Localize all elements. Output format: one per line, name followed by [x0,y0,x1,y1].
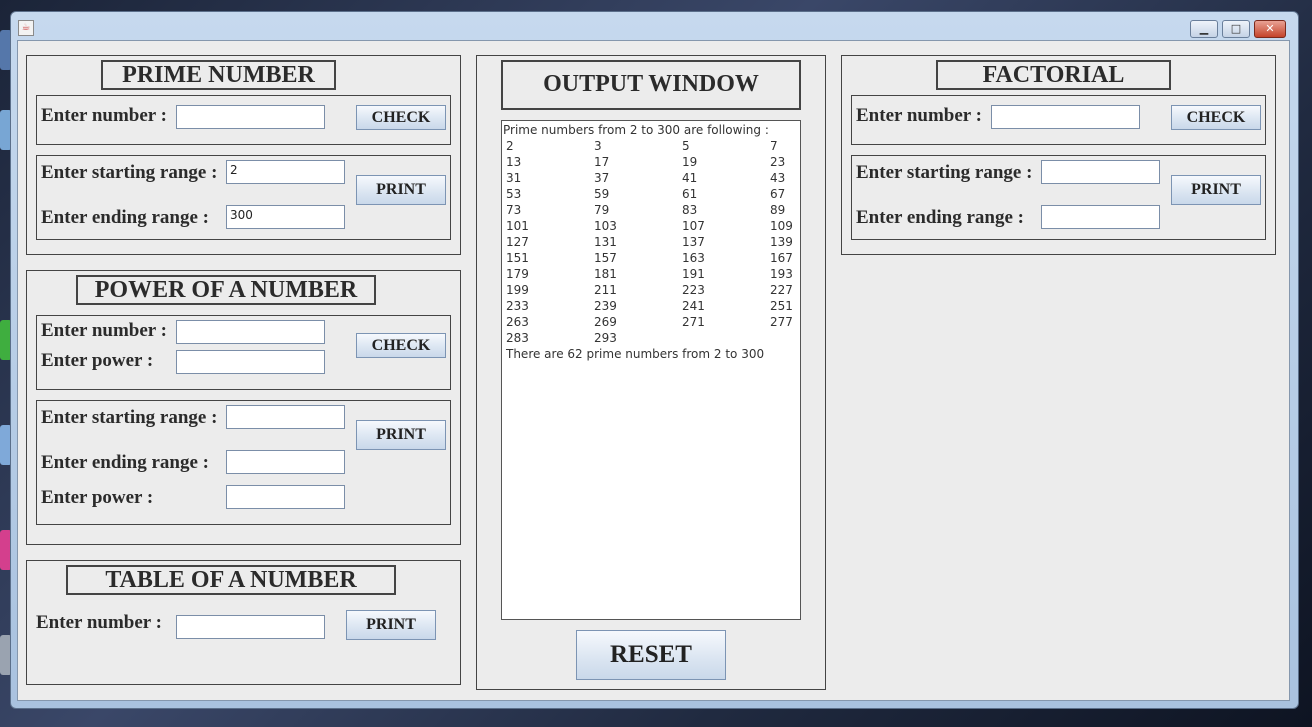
prime-value: 293 [594,331,617,345]
prime-value: 79 [594,203,610,217]
prime-value: 191 [682,267,705,281]
prime-start-input[interactable]: 2 [226,160,345,184]
prime-value: 37 [594,171,610,185]
prime-value: 199 [506,283,529,297]
prime-start-label: Enter starting range : [41,162,218,183]
prime-value: 157 [594,251,617,265]
prime-value: 31 [506,171,522,185]
prime-value: 271 [682,315,705,329]
prime-value: 73 [506,203,522,217]
prime-value: 151 [506,251,529,265]
prime-check-button[interactable]: CHECK [356,105,446,130]
prime-value: 227 [770,283,793,297]
prime-value: 59 [594,187,610,201]
table-number-input[interactable] [176,615,325,639]
prime-value: 163 [682,251,705,265]
output-title: OUTPUT WINDOW [501,60,801,110]
prime-value: 269 [594,315,617,329]
prime-value: 239 [594,299,617,313]
power-check-button[interactable]: CHECK [356,333,446,358]
java-app-icon[interactable]: ☕ [18,20,34,36]
table-print-button[interactable]: PRINT [346,610,436,640]
prime-value: 179 [506,267,529,281]
power-start-label: Enter starting range : [41,407,218,428]
power-power-label: Enter power : [41,350,154,371]
prime-value: 5 [682,139,690,153]
prime-end-label: Enter ending range : [41,207,210,228]
prime-value: 263 [506,315,529,329]
prime-value: 233 [506,299,529,313]
prime-number-input[interactable] [176,105,325,129]
prime-value: 241 [682,299,705,313]
prime-value: 41 [682,171,698,185]
prime-print-button[interactable]: PRINT [356,175,446,205]
prime-value: 13 [506,155,522,169]
maximize-icon[interactable]: □ [1222,20,1250,38]
power-print-button[interactable]: PRINT [356,420,446,450]
prime-value: 211 [594,283,617,297]
prime-value: 277 [770,315,793,329]
table-number-label: Enter number : [36,612,162,633]
prime-list: 2 3 5 7 13 17 19 23 31 37 41 43 53 59 61 67 73 79 83 89 101 1… [506,138,858,346]
power-number-label: Enter number : [41,320,167,341]
prime-value: 53 [506,187,522,201]
power-end-input[interactable] [226,450,345,474]
prime-value: 251 [770,299,793,313]
prime-value: 137 [682,235,705,249]
power-power2-input[interactable] [226,485,345,509]
factorial-start-input[interactable] [1041,160,1160,184]
power-number-input[interactable] [176,320,325,344]
prime-value: 101 [506,219,529,233]
factorial-number-input[interactable] [991,105,1140,129]
factorial-title: FACTORIAL [936,60,1171,90]
prime-value: 283 [506,331,529,345]
output-header: Prime numbers from 2 to 300 are followin… [503,123,769,137]
prime-value: 17 [594,155,610,169]
power-end-label: Enter ending range : [41,452,210,473]
prime-value: 181 [594,267,617,281]
prime-value: 19 [682,155,698,169]
factorial-print-button[interactable]: PRINT [1171,175,1261,205]
minimize-icon[interactable]: ▁ [1190,20,1218,38]
factorial-end-label: Enter ending range : [856,207,1025,228]
prime-value: 83 [682,203,698,217]
prime-title: PRIME NUMBER [101,60,336,90]
output-text-area[interactable]: Prime numbers from 2 to 300 are followin… [501,120,801,620]
prime-value: 223 [682,283,705,297]
close-icon[interactable]: ✕ [1254,20,1286,38]
power-start-input[interactable] [226,405,345,429]
prime-value: 107 [682,219,705,233]
power-power2-label: Enter power : [41,487,154,508]
factorial-start-label: Enter starting range : [856,162,1033,183]
power-title: POWER OF A NUMBER [76,275,376,305]
prime-value: 127 [506,235,529,249]
prime-number-label: Enter number : [41,105,167,126]
prime-value: 103 [594,219,617,233]
prime-value: 2 [506,139,514,153]
prime-value: 131 [594,235,617,249]
prime-value: 193 [770,267,793,281]
factorial-end-input[interactable] [1041,205,1160,229]
reset-button[interactable]: RESET [576,630,726,680]
factorial-check-button[interactable]: CHECK [1171,105,1261,130]
factorial-number-label: Enter number : [856,105,982,126]
prime-value: 61 [682,187,698,201]
output-footer: There are 62 prime numbers from 2 to 300 [506,347,765,361]
prime-value: 3 [594,139,602,153]
prime-end-input[interactable]: 300 [226,205,345,229]
power-power-input[interactable] [176,350,325,374]
table-title: TABLE OF A NUMBER [66,565,396,595]
